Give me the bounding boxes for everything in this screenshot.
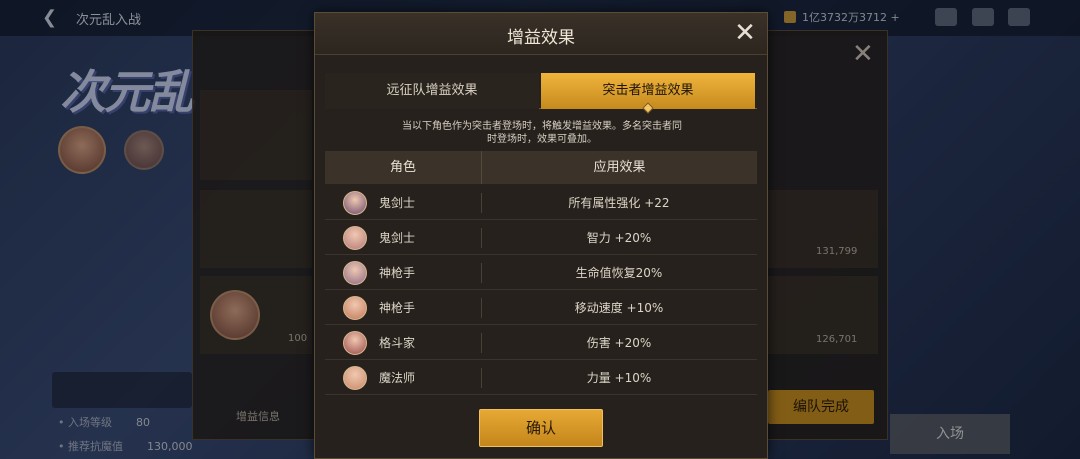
row-effect: 伤害 +20% bbox=[586, 336, 652, 350]
character-avatar-icon bbox=[343, 261, 367, 285]
buff-tabs: 远征队增益效果 突击者增益效果 bbox=[325, 73, 757, 109]
buff-effect-dialog: 增益效果 ✕ 远征队增益效果 突击者增益效果 当以下角色作为突击者登场时，将触发… bbox=[314, 12, 768, 459]
character-avatar-icon bbox=[343, 366, 367, 390]
row-role: 神枪手 bbox=[379, 266, 416, 280]
row-role: 鬼剑士 bbox=[379, 196, 416, 210]
row-effect: 力量 +10% bbox=[586, 371, 652, 385]
table-row: 魔法师 力量 +10% bbox=[325, 361, 757, 395]
row-effect: 移动速度 +10% bbox=[574, 301, 664, 315]
character-avatar-icon bbox=[343, 226, 367, 250]
confirm-button[interactable]: 确认 bbox=[479, 409, 603, 447]
table-header: 角色 应用效果 bbox=[325, 151, 757, 184]
column-header-effect: 应用效果 bbox=[481, 151, 757, 184]
buff-description: 当以下角色作为突击者登场时，将触发增益效果。多名突击者同时登场时，效果可叠加。 bbox=[402, 121, 682, 145]
character-avatar-icon bbox=[343, 331, 367, 355]
row-role: 鬼剑士 bbox=[379, 231, 416, 245]
table-row: 神枪手 移动速度 +10% bbox=[325, 291, 757, 325]
table-row: 神枪手 生命值恢复20% bbox=[325, 256, 757, 290]
buff-table: 角色 应用效果 鬼剑士 所有属性强化 +22 鬼剑士 智力 +20% 神枪手 生命值恢复2… bbox=[325, 151, 757, 399]
row-role: 神枪手 bbox=[379, 301, 416, 315]
column-header-role: 角色 bbox=[389, 160, 416, 175]
dialog-title: 增益效果 bbox=[507, 28, 575, 48]
row-effect: 所有属性强化 +22 bbox=[568, 196, 670, 210]
table-row: 鬼剑士 所有属性强化 +22 bbox=[325, 186, 757, 220]
row-role: 格斗家 bbox=[379, 336, 416, 350]
character-avatar-icon bbox=[343, 296, 367, 320]
character-avatar-icon bbox=[343, 191, 367, 215]
row-role: 魔法师 bbox=[379, 371, 416, 385]
row-effect: 生命值恢复20% bbox=[575, 266, 663, 280]
row-effect: 智力 +20% bbox=[586, 231, 652, 245]
table-row: 鬼剑士 智力 +20% bbox=[325, 221, 757, 255]
tab-expedition-buff[interactable]: 远征队增益效果 bbox=[325, 73, 539, 109]
table-row: 格斗家 伤害 +20% bbox=[325, 326, 757, 360]
dialog-header: 增益效果 ✕ bbox=[315, 13, 767, 55]
close-icon[interactable]: ✕ bbox=[731, 19, 759, 47]
